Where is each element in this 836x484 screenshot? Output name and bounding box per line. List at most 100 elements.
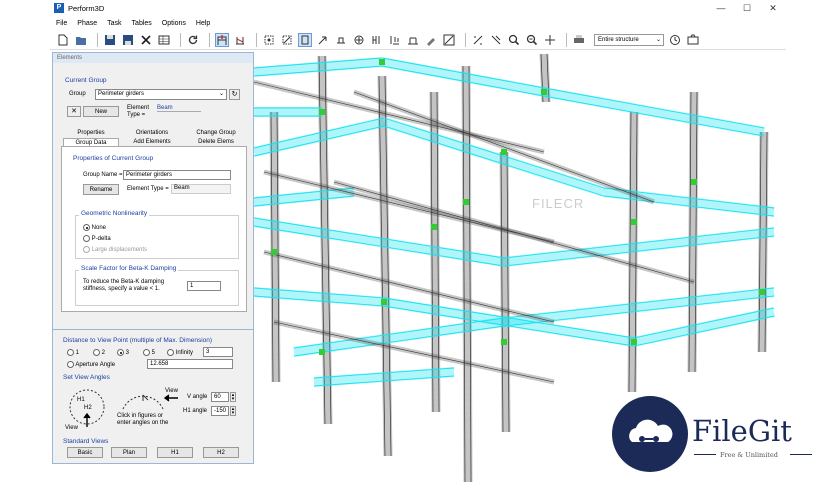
menu-phase[interactable]: Phase <box>77 20 97 27</box>
maximize-button[interactable]: ☐ <box>734 0 760 16</box>
radio-3[interactable] <box>117 349 124 356</box>
h2-view-button[interactable]: H2 <box>203 447 239 458</box>
title-bar: P Perform3D — ☐ ✕ <box>50 0 786 16</box>
radio-5[interactable] <box>143 349 150 356</box>
damping-input[interactable]: 1 <box>187 281 221 291</box>
menu-options[interactable]: Options <box>162 20 186 27</box>
zoom-out-icon[interactable] <box>525 33 539 47</box>
camera-icon[interactable] <box>686 33 700 47</box>
rectangle-select-icon[interactable] <box>298 32 312 47</box>
support-icon[interactable] <box>334 33 348 47</box>
arrow-left-icon <box>163 394 178 402</box>
filegit-logo-icon <box>612 396 688 472</box>
minimize-button[interactable]: — <box>708 0 734 16</box>
basic-view-button[interactable]: Basic <box>67 447 103 458</box>
tab-add-elements[interactable]: Add Elements <box>123 138 181 146</box>
distance-input[interactable]: 3 <box>203 347 233 357</box>
node-marker <box>431 224 437 230</box>
element-type-display: Beam <box>171 184 231 194</box>
help-icon[interactable] <box>668 33 682 47</box>
menu-bar: File Phase Task Tables Options Help <box>50 16 786 30</box>
refresh-group-icon[interactable]: ↻ <box>229 89 240 100</box>
mass-icon[interactable] <box>370 33 384 47</box>
column-member <box>269 111 281 383</box>
toolbar-separator <box>566 32 567 47</box>
scale-icon[interactable] <box>471 33 485 47</box>
node-marker <box>319 109 325 115</box>
save-icon[interactable] <box>103 33 117 47</box>
delete-icon[interactable] <box>139 33 153 47</box>
distance-3[interactable]: 3 <box>117 349 129 356</box>
v-angle-dial[interactable] <box>119 379 169 413</box>
chevron-down-icon: ⌄ <box>218 91 224 97</box>
table-icon[interactable] <box>157 33 171 47</box>
radio-infinity[interactable] <box>167 349 174 356</box>
h1-angle-input[interactable]: -150 <box>211 406 229 416</box>
nonlinearity-none-label: None <box>91 225 107 232</box>
wall-icon[interactable] <box>442 33 456 47</box>
distance-5[interactable]: 5 <box>143 349 155 356</box>
window-title: Perform3D <box>68 3 105 13</box>
group-name-label: Group Name = <box>83 172 123 178</box>
open-file-icon[interactable] <box>74 33 88 47</box>
node-marker <box>691 179 697 185</box>
aperture[interactable]: Aperture Angle <box>67 361 115 368</box>
aperture-input[interactable]: 12.658 <box>147 359 233 369</box>
zoom-window-icon[interactable] <box>489 33 503 47</box>
damping-description: To reduce the Beta-K damping stiffness, … <box>83 279 165 292</box>
h2-label: H2 <box>84 405 92 411</box>
damping-heading: Scale Factor for Beta-K Damping <box>79 265 179 272</box>
refresh-icon[interactable] <box>186 33 200 47</box>
menu-help[interactable]: Help <box>196 20 210 27</box>
girder-edge <box>503 287 775 319</box>
tab-orientations[interactable]: Orientations <box>123 129 181 137</box>
drift-icon[interactable] <box>388 33 402 47</box>
standard-views-heading: Standard Views <box>63 438 109 445</box>
zoom-in-icon[interactable] <box>507 33 521 47</box>
distance-1[interactable]: 1 <box>67 349 79 356</box>
pointer-icon[interactable] <box>316 33 330 47</box>
group-name-input[interactable]: Perimeter girders <box>123 170 231 180</box>
new-group-button[interactable]: New <box>83 106 119 117</box>
panel-divider <box>53 329 253 330</box>
tab-properties[interactable]: Properties <box>63 129 119 137</box>
radio-2[interactable] <box>93 349 100 356</box>
group-select[interactable]: Perimeter girders ⌄ <box>95 89 227 100</box>
tab-change-group[interactable]: Change Group <box>185 129 247 137</box>
filegit-tagline: Free & Unlimited <box>720 451 778 459</box>
radio-none[interactable] <box>83 224 90 231</box>
radio-pdelta[interactable] <box>83 235 90 242</box>
print-icon[interactable] <box>572 33 586 47</box>
element-select-icon[interactable] <box>280 33 294 47</box>
node-select-icon[interactable] <box>262 33 276 47</box>
h1-view-button[interactable]: H1 <box>157 447 193 458</box>
nonlinearity-none[interactable]: None <box>83 224 106 231</box>
distance-infinity[interactable]: Infinity <box>167 349 193 356</box>
save-as-icon[interactable] <box>121 33 135 47</box>
nonlinearity-pdelta[interactable]: P-delta <box>83 235 111 242</box>
rename-button[interactable]: Rename <box>83 184 119 195</box>
tab-group-data[interactable]: Group Data <box>63 138 119 146</box>
deform-icon[interactable] <box>406 33 420 47</box>
tab-delete-elems[interactable]: Delete Elems <box>185 138 247 146</box>
radio-large <box>83 246 90 253</box>
load-icon[interactable] <box>352 33 366 47</box>
plan-view-button[interactable]: Plan <box>111 447 147 458</box>
radio-1[interactable] <box>67 349 74 356</box>
v-angle-spinner[interactable]: ▴ ▾ <box>230 392 236 402</box>
distance-2[interactable]: 2 <box>93 349 105 356</box>
h1-angle-spinner[interactable]: ▴ ▾ <box>230 406 236 416</box>
v-angle-input[interactable]: 60 <box>211 392 229 402</box>
menu-task[interactable]: Task <box>107 20 121 27</box>
close-button[interactable]: ✕ <box>760 0 786 16</box>
paint-icon[interactable] <box>424 33 438 47</box>
frame-icon[interactable] <box>215 32 229 47</box>
pick-tool-icon[interactable]: ✕ <box>67 106 81 117</box>
menu-tables[interactable]: Tables <box>132 20 152 27</box>
menu-file[interactable]: File <box>56 20 67 27</box>
structure-select[interactable]: Entire structure ⌄ <box>594 33 664 46</box>
stiffness-icon[interactable] <box>233 33 247 47</box>
radio-aperture[interactable] <box>67 361 74 368</box>
pan-icon[interactable] <box>543 33 557 47</box>
new-file-icon[interactable] <box>56 33 70 47</box>
